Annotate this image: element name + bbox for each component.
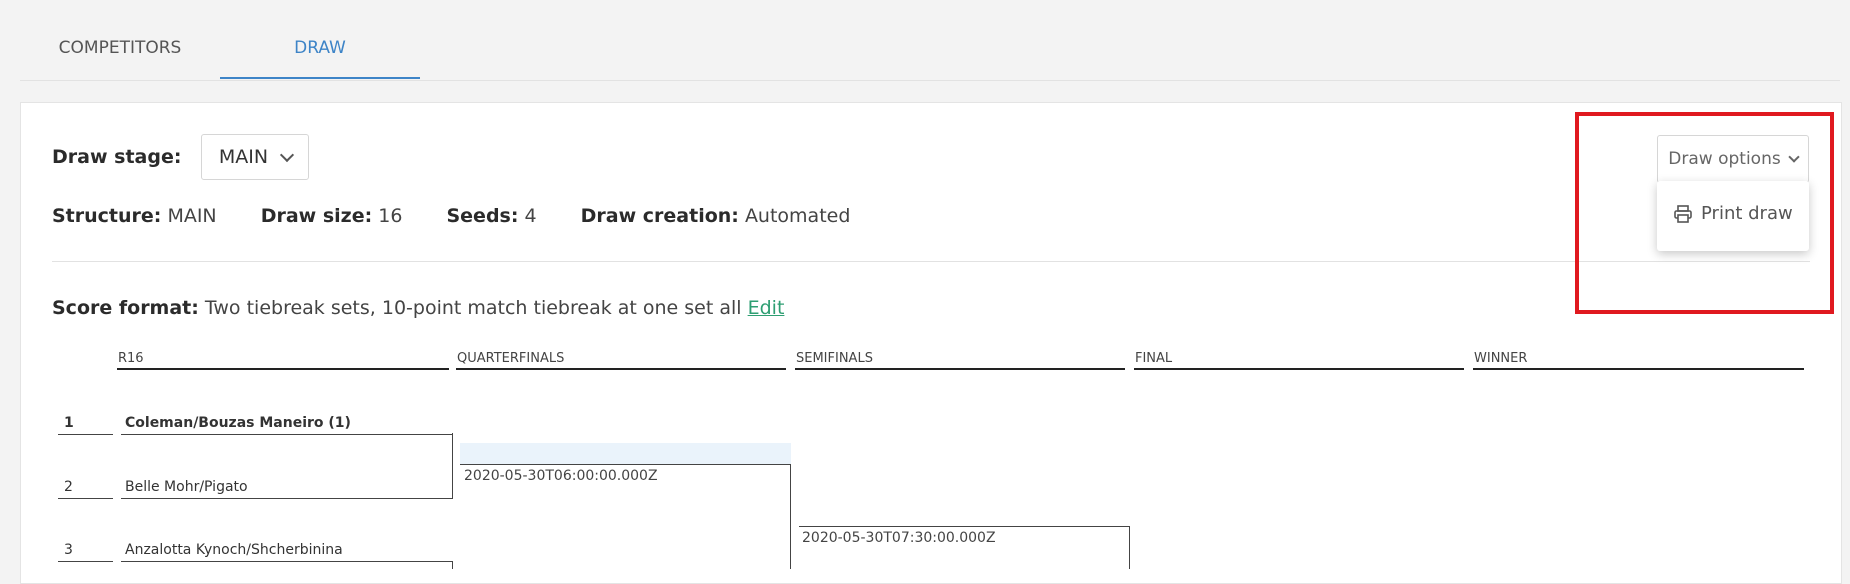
match-slot [460,443,791,464]
bracket-connector [1129,526,1130,569]
highlight-box [1575,112,1834,314]
score-format-row: Score format: Two tiebreak sets, 10-poin… [52,297,784,319]
seed-number: 2 [58,477,113,499]
round-header-quarterfinals: QUARTERFINALS [456,351,786,370]
draw-stage-value: MAIN [218,146,269,168]
chevron-down-icon [279,147,295,162]
round-header-semifinals: SEMIFINALS [795,351,1125,370]
bracket-connector [452,433,453,498]
draw-creation-label: Draw creation: [580,205,739,227]
round-header-r16: R16 [117,351,449,370]
score-format-value: Two tiebreak sets, 10-point match tiebre… [204,297,742,319]
round-header-final: FINAL [1134,351,1464,370]
player-entry[interactable]: Coleman/Bouzas Maneiro (1) [121,413,453,435]
bracket-connector [799,526,1130,527]
round-header-winner: WINNER [1473,351,1804,370]
seeds-label: Seeds: [446,205,519,227]
match-time: 2020-05-30T06:00:00.000Z [464,468,658,484]
draw-size-label: Draw size: [260,205,373,227]
divider [52,261,1810,262]
player-entry[interactable]: Anzalotta Kynoch/Shcherbinina [121,540,453,562]
draw-stage-row: Draw stage: MAIN [52,133,310,181]
draw-stage-select[interactable]: MAIN [201,134,310,180]
draw-info: Structure: MAIN Draw size: 16 Seeds: 4 D… [52,205,888,227]
seed-number: 1 [58,413,113,435]
edit-score-format-link[interactable]: Edit [748,297,785,319]
draw-stage-label: Draw stage: [52,146,182,168]
draw-creation-value: Automated [744,205,851,227]
bracket-connector [460,464,790,465]
structure-label: Structure: [52,205,162,227]
score-format-label: Score format: [52,297,199,319]
bracket-connector [452,561,453,569]
seeds-value: 4 [524,205,537,227]
draw-size-value: 16 [378,205,403,227]
bracket-connector [790,464,791,569]
tab-draw[interactable]: DRAW [220,0,420,79]
tab-competitors[interactable]: COMPETITORS [20,0,220,79]
structure-value: MAIN [167,205,217,227]
draw-panel: Draw stage: MAIN Structure: MAIN Draw si… [20,102,1842,584]
player-entry[interactable]: Belle Mohr/Pigato [121,477,453,499]
match-time: 2020-05-30T07:30:00.000Z [802,530,996,546]
seed-number: 3 [58,540,113,562]
tab-bar: COMPETITORS DRAW [20,0,1840,81]
